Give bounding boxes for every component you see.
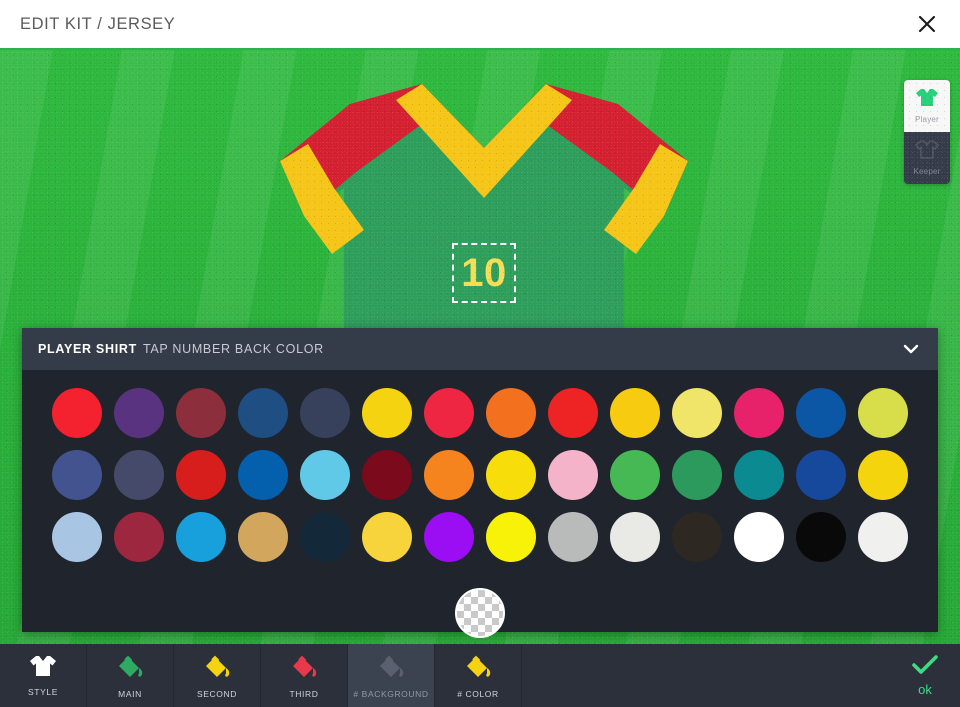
color-swatch[interactable] bbox=[672, 512, 722, 562]
color-swatch[interactable] bbox=[672, 388, 722, 438]
transparency-checker-icon[interactable] bbox=[455, 588, 505, 638]
color-swatch[interactable] bbox=[858, 512, 908, 562]
color-swatch[interactable] bbox=[548, 450, 598, 500]
close-icon[interactable] bbox=[910, 7, 944, 41]
jersey-preview[interactable] bbox=[272, 76, 696, 368]
toolbar-item-label: MAIN bbox=[118, 688, 142, 699]
color-swatch[interactable] bbox=[362, 450, 412, 500]
color-swatch[interactable] bbox=[424, 450, 474, 500]
kit-mode-player[interactable]: Player bbox=[904, 80, 950, 132]
color-swatch[interactable] bbox=[734, 512, 784, 562]
kit-mode-keeper-label: Keeper bbox=[913, 167, 941, 176]
color-swatch-row bbox=[52, 388, 908, 438]
toolbar-item-background[interactable]: # BACKGROUND bbox=[348, 644, 435, 707]
color-swatch-row bbox=[52, 450, 908, 500]
color-swatch[interactable] bbox=[486, 450, 536, 500]
color-swatch[interactable] bbox=[362, 388, 412, 438]
color-swatch[interactable] bbox=[52, 450, 102, 500]
color-swatch[interactable] bbox=[734, 388, 784, 438]
color-picker-header: PLAYER SHIRT TAP NUMBER BACK COLOR bbox=[22, 328, 938, 370]
color-swatch[interactable] bbox=[362, 512, 412, 562]
jersey-icon bbox=[915, 88, 939, 112]
color-swatch[interactable] bbox=[548, 388, 598, 438]
edit-kit-screen: EDIT KIT / JERSEY 10 Player Keeper PLAYE… bbox=[0, 0, 960, 707]
color-swatch[interactable] bbox=[672, 450, 722, 500]
color-swatch[interactable] bbox=[486, 388, 536, 438]
color-swatch[interactable] bbox=[238, 388, 288, 438]
shirt-icon bbox=[29, 655, 57, 682]
kit-mode-keeper[interactable]: Keeper bbox=[904, 132, 950, 184]
toolbar-item-color[interactable]: # COLOR bbox=[435, 644, 522, 707]
color-swatch[interactable] bbox=[486, 512, 536, 562]
color-swatch[interactable] bbox=[424, 512, 474, 562]
paint-bucket-icon bbox=[202, 653, 232, 684]
color-swatch[interactable] bbox=[52, 512, 102, 562]
toolbar-item-label: # COLOR bbox=[457, 688, 499, 699]
color-swatch[interactable] bbox=[610, 388, 660, 438]
color-swatch[interactable] bbox=[300, 388, 350, 438]
jersey-number: 10 bbox=[461, 251, 507, 295]
color-swatch[interactable] bbox=[176, 388, 226, 438]
number-selection-box[interactable]: 10 bbox=[452, 243, 516, 303]
toolbar-item-third[interactable]: THIRD bbox=[261, 644, 348, 707]
color-swatch[interactable] bbox=[114, 512, 164, 562]
color-swatch[interactable] bbox=[424, 388, 474, 438]
toolbar-item-label: SECOND bbox=[197, 688, 237, 699]
color-swatch[interactable] bbox=[300, 512, 350, 562]
toolbar-item-style[interactable]: STYLE bbox=[0, 644, 87, 707]
color-swatch[interactable] bbox=[734, 450, 784, 500]
paint-bucket-icon bbox=[463, 653, 493, 684]
color-swatch[interactable] bbox=[858, 450, 908, 500]
kit-mode-player-label: Player bbox=[915, 115, 939, 124]
color-swatch[interactable] bbox=[238, 450, 288, 500]
color-swatch[interactable] bbox=[52, 388, 102, 438]
color-swatch[interactable] bbox=[548, 512, 598, 562]
color-swatch[interactable] bbox=[858, 388, 908, 438]
paint-bucket-icon bbox=[289, 653, 319, 684]
color-swatch[interactable] bbox=[610, 450, 660, 500]
color-swatch-grid bbox=[22, 370, 938, 638]
panel-title: PLAYER SHIRT bbox=[38, 342, 137, 356]
toolbar-item-label: STYLE bbox=[28, 686, 58, 697]
check-icon bbox=[910, 654, 940, 681]
ok-button[interactable]: ok bbox=[890, 644, 960, 707]
paint-bucket-icon bbox=[376, 653, 406, 684]
panel-subtitle: TAP NUMBER BACK COLOR bbox=[142, 342, 324, 356]
chevron-down-icon[interactable] bbox=[898, 336, 924, 362]
color-swatch[interactable] bbox=[114, 388, 164, 438]
color-swatch[interactable] bbox=[176, 450, 226, 500]
color-swatch[interactable] bbox=[796, 512, 846, 562]
toolbar-item-label: THIRD bbox=[289, 688, 319, 699]
toolbar-item-label: # BACKGROUND bbox=[353, 688, 429, 699]
color-swatch[interactable] bbox=[796, 388, 846, 438]
bottom-toolbar: STYLE MAIN SECOND THIRD # BACKGROUND # C… bbox=[0, 644, 960, 707]
color-swatch[interactable] bbox=[796, 450, 846, 500]
color-swatch-row bbox=[52, 512, 908, 562]
color-swatch[interactable] bbox=[114, 450, 164, 500]
color-swatch[interactable] bbox=[610, 512, 660, 562]
ok-button-label: ok bbox=[918, 682, 932, 697]
paint-bucket-icon bbox=[115, 653, 145, 684]
jersey-icon bbox=[914, 140, 940, 164]
titlebar: EDIT KIT / JERSEY bbox=[0, 0, 960, 50]
kit-mode-switch: Player Keeper bbox=[904, 80, 950, 184]
color-swatch-row-extra bbox=[455, 588, 505, 638]
color-swatch[interactable] bbox=[238, 512, 288, 562]
toolbar-item-main[interactable]: MAIN bbox=[87, 644, 174, 707]
color-swatch[interactable] bbox=[300, 450, 350, 500]
toolbar-item-second[interactable]: SECOND bbox=[174, 644, 261, 707]
color-swatch[interactable] bbox=[176, 512, 226, 562]
color-picker-panel: PLAYER SHIRT TAP NUMBER BACK COLOR bbox=[22, 328, 938, 638]
page-title: EDIT KIT / JERSEY bbox=[20, 14, 176, 33]
